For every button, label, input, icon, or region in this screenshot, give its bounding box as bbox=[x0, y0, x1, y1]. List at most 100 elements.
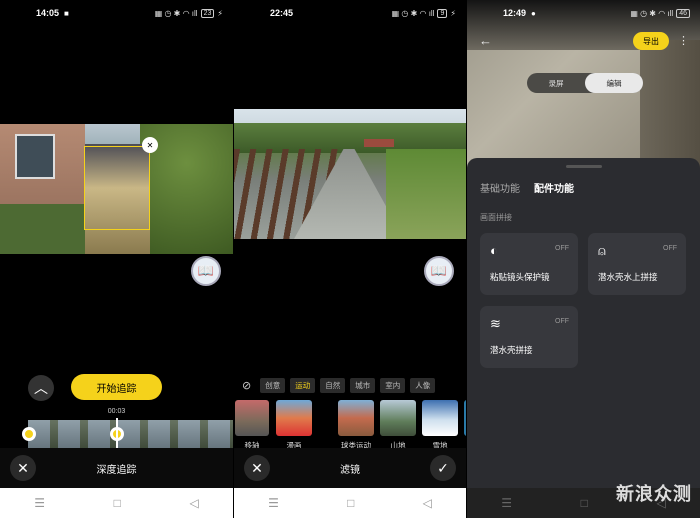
timeline-keyframe-start[interactable] bbox=[22, 427, 36, 441]
card-label: 粘贴镜头保护镜 bbox=[490, 272, 550, 282]
check-icon: ✓ bbox=[437, 459, 449, 476]
panel-accessory-functions: 12:49 ● ▦ ◷ ✱ ◠ ıll 46 ← 导出 ⋮ 录屏 编辑 基础功能… bbox=[467, 0, 700, 518]
confirm-button[interactable]: ✓ bbox=[430, 455, 456, 481]
system-nav-bar: ☰ □ ◁ bbox=[0, 488, 233, 518]
home-icon[interactable]: □ bbox=[347, 496, 354, 510]
mode-edit[interactable]: 编辑 bbox=[585, 73, 643, 93]
timeline-frames bbox=[28, 420, 233, 450]
filter-mountain[interactable]: 山地 bbox=[380, 400, 416, 454]
collapse-button[interactable]: ︿ bbox=[28, 375, 54, 401]
filter-snow[interactable]: 雪地 bbox=[422, 400, 458, 454]
back-button[interactable]: ← bbox=[479, 33, 492, 48]
book-icon: 📖 bbox=[197, 263, 215, 278]
lens-guard-icon: ◐ bbox=[490, 243, 498, 258]
card-label: 潜水壳水上拼接 bbox=[598, 272, 658, 282]
filter-tab-city[interactable]: 城市 bbox=[350, 377, 376, 393]
status-bar: 14:05 ■ ▦ ◷ ✱ ◠ ıll 23 ⚡ bbox=[0, 0, 233, 26]
tracking-box-close-button[interactable]: ✕ bbox=[142, 137, 158, 153]
home-icon[interactable]: □ bbox=[114, 496, 121, 510]
menu-icon[interactable]: ☰ bbox=[268, 496, 279, 510]
tutorial-book-button[interactable]: 📖 bbox=[424, 256, 454, 286]
filter-ball-sports[interactable]: 球类运动 bbox=[338, 400, 374, 454]
card-dive-case-stitch[interactable]: ≋ OFF 潜水壳拼接 bbox=[480, 306, 578, 368]
card-status: OFF bbox=[663, 245, 677, 252]
export-button[interactable]: 导出 bbox=[633, 32, 669, 50]
close-icon: ✕ bbox=[17, 459, 29, 476]
chat-icon: ● bbox=[531, 8, 536, 18]
no-filter-icon[interactable]: ⊘ bbox=[242, 379, 251, 392]
window bbox=[15, 134, 55, 179]
book-icon: 📖 bbox=[430, 263, 448, 278]
panel-filters: 22:45 ▦ ◷ ✱ ◠ ıll 9 ⚡ 📖 ⊘ 创意 运动 自然 城市 室内… bbox=[234, 0, 466, 518]
status-time: 12:49 bbox=[503, 8, 527, 18]
timecode: 00:03 bbox=[107, 408, 126, 415]
waves-icon: ≋ bbox=[490, 316, 501, 331]
bottom-bar: ✕ 滤镜 ✓ bbox=[234, 448, 466, 488]
video-preview[interactable] bbox=[234, 109, 466, 239]
dive-case-icon: ⍝ bbox=[598, 243, 606, 258]
filter-tab-creative[interactable]: 创意 bbox=[260, 377, 286, 393]
card-status: OFF bbox=[555, 318, 569, 325]
status-icons: ▦ ◷ ✱ ◠ ıll 23 ⚡ bbox=[154, 8, 223, 18]
sheet-drag-handle[interactable] bbox=[565, 165, 602, 168]
filter-category-tabs: ⊘ 创意 运动 自然 城市 室内 人像 bbox=[234, 377, 466, 393]
filter-next[interactable] bbox=[464, 400, 466, 454]
battery-indicator: 23 bbox=[200, 8, 215, 18]
mode-title: 深度追踪 bbox=[96, 464, 137, 476]
watermark: 新浪众测 bbox=[616, 484, 692, 504]
app-icon: ■ bbox=[64, 8, 69, 18]
status-time: 14:05 bbox=[36, 8, 60, 18]
filter-tilt-shift[interactable]: 移轴 bbox=[234, 400, 270, 454]
more-icon[interactable]: ⋮ bbox=[678, 34, 689, 47]
timeline-playhead[interactable] bbox=[116, 418, 118, 452]
card-dive-case-above-water[interactable]: ⍝ OFF 潜水壳水上拼接 bbox=[588, 233, 686, 295]
status-bar: 12:49 ● ▦ ◷ ✱ ◠ ıll 46 bbox=[467, 0, 700, 26]
back-icon[interactable]: ◁ bbox=[423, 496, 432, 510]
close-icon: ✕ bbox=[251, 459, 263, 476]
panel-deep-tracking: 14:05 ■ ▦ ◷ ✱ ◠ ıll 23 ⚡ ✕ 📖 ︿ 开始追踪 00:0… bbox=[0, 0, 233, 518]
filter-thumbnail-image bbox=[422, 400, 458, 436]
cancel-button[interactable]: ✕ bbox=[244, 455, 270, 481]
filter-tab-sports[interactable]: 运动 bbox=[290, 377, 316, 393]
menu-icon[interactable]: ☰ bbox=[501, 496, 512, 510]
tab-accessory-functions[interactable]: 配件功能 bbox=[534, 180, 574, 195]
filter-tab-nature[interactable]: 自然 bbox=[320, 377, 346, 393]
mode-title: 滤镜 bbox=[340, 464, 360, 476]
system-nav-bar: ☰ □ ◁ bbox=[234, 488, 466, 518]
timeline-strip[interactable] bbox=[28, 420, 233, 450]
home-icon[interactable]: □ bbox=[581, 496, 588, 510]
filter-thumbnail-image bbox=[235, 400, 269, 436]
tutorial-book-button[interactable]: 📖 bbox=[191, 256, 221, 286]
status-icons: ▦ ◷ ✱ ◠ ıll 9 ⚡ bbox=[391, 8, 456, 18]
card-status: OFF bbox=[555, 245, 569, 252]
video-preview[interactable]: ✕ bbox=[0, 124, 233, 254]
filter-tab-portrait[interactable]: 人像 bbox=[410, 377, 436, 393]
battery-indicator: 9 bbox=[437, 8, 448, 18]
close-button[interactable]: ✕ bbox=[10, 455, 36, 481]
card-lens-guard[interactable]: ◐ OFF 粘贴镜头保护镜 bbox=[480, 233, 578, 295]
wall-corner bbox=[640, 40, 700, 170]
mode-screen-record[interactable]: 录屏 bbox=[527, 78, 585, 89]
track bbox=[364, 139, 394, 147]
section-title: 画面拼接 bbox=[480, 213, 512, 222]
tracking-box[interactable] bbox=[84, 146, 150, 230]
filter-thumbnails: 移轴 漫画 球类运动 山地 雪地 bbox=[234, 400, 466, 454]
status-icons: ▦ ◷ ✱ ◠ ıll 46 bbox=[630, 8, 690, 18]
chevron-up-icon: ︿ bbox=[34, 380, 48, 396]
card-label: 潜水壳拼接 bbox=[490, 345, 533, 355]
filter-comic[interactable]: 漫画 bbox=[276, 400, 312, 454]
start-tracking-button[interactable]: 开始追踪 bbox=[71, 374, 162, 400]
filter-thumbnail-image bbox=[338, 400, 374, 436]
filter-tab-indoor[interactable]: 室内 bbox=[380, 377, 406, 393]
menu-icon[interactable]: ☰ bbox=[34, 496, 45, 510]
function-tabs: 基础功能 配件功能 bbox=[480, 180, 574, 195]
tab-basic-functions[interactable]: 基础功能 bbox=[480, 180, 520, 195]
accessory-sheet: 基础功能 配件功能 画面拼接 ◐ OFF 粘贴镜头保护镜 ⍝ OFF 潜水壳水上… bbox=[467, 158, 700, 488]
filter-thumbnail-image bbox=[464, 400, 466, 436]
status-time: 22:45 bbox=[270, 8, 294, 18]
grass bbox=[386, 149, 466, 239]
filter-thumbnail-image bbox=[380, 400, 416, 436]
bottom-bar: ✕ 深度追踪 bbox=[0, 448, 233, 488]
back-icon[interactable]: ◁ bbox=[189, 496, 198, 510]
